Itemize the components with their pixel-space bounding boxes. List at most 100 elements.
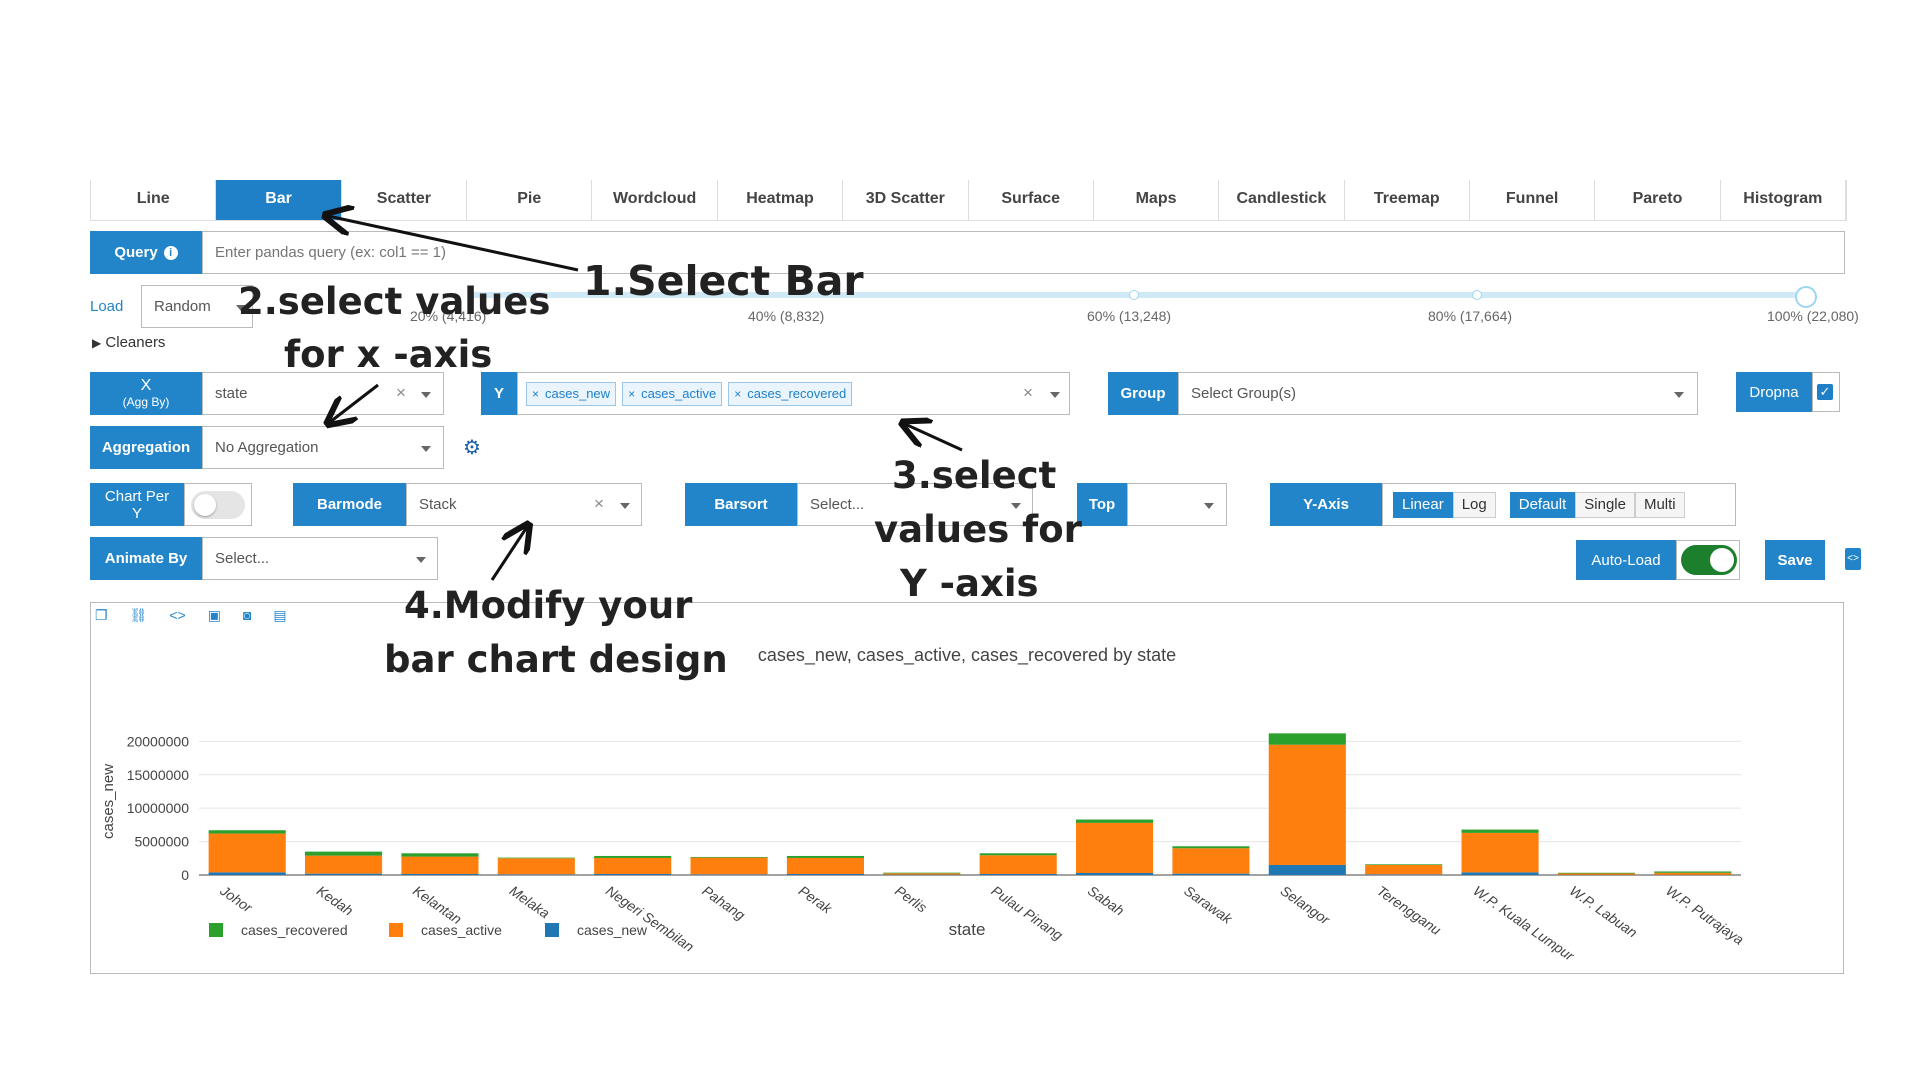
remove-icon[interactable]: × — [734, 387, 741, 401]
bar-cases_active — [1557, 873, 1635, 875]
gear-icon[interactable]: ⚙ — [463, 435, 481, 460]
slider-tick — [1472, 290, 1482, 300]
tab-surface[interactable]: Surface — [969, 180, 1094, 220]
barmode-select[interactable]: Stack × — [406, 483, 642, 526]
tab-candlestick[interactable]: Candlestick — [1219, 180, 1345, 220]
bar-cases_recovered — [1461, 829, 1539, 833]
bar-cases_active — [690, 857, 768, 875]
slider-tick-label: 100% (22,080) — [1767, 308, 1859, 324]
chart-panel: ❐ ⛓ <> ▣ ◙ ▤ cases_new, cases_active, ca… — [90, 602, 1844, 974]
y-chip[interactable]: × cases_active — [622, 381, 723, 406]
bar-cases_new — [1365, 874, 1443, 875]
bar-cases_active — [1076, 822, 1154, 873]
multi-button[interactable]: Multi — [1634, 491, 1685, 518]
x-tick-label: W.P. Putrajaya — [1663, 882, 1747, 947]
linear-button[interactable]: Linear — [1393, 491, 1453, 518]
tab-treemap[interactable]: Treemap — [1345, 180, 1470, 220]
code-export-icon[interactable]: <> — [1845, 548, 1861, 570]
remove-icon[interactable]: × — [532, 387, 539, 401]
bar-cases_recovered — [401, 853, 479, 857]
save-button[interactable]: Save — [1765, 540, 1825, 580]
y-axis-label: Y — [481, 372, 517, 415]
annotation-modify-line1: 4.Modify your — [404, 584, 693, 627]
bar-cases_recovered — [1557, 872, 1635, 874]
tab-line[interactable]: Line — [91, 180, 217, 220]
slider-handle[interactable] — [1795, 286, 1817, 308]
tab-wordcloud[interactable]: Wordcloud — [592, 180, 718, 220]
bar-cases_new — [1268, 864, 1346, 875]
clear-icon[interactable]: × — [594, 494, 604, 514]
arrow-to-y-select — [905, 424, 963, 452]
bar-cases_recovered — [1172, 846, 1250, 849]
x-tick-label: Negeri Sembilan — [603, 882, 697, 955]
dropna-checkbox[interactable]: ✓ — [1817, 384, 1833, 400]
tab-scatter[interactable]: Scatter — [342, 180, 468, 220]
caret-right-icon: ▶ — [92, 336, 102, 350]
remove-icon[interactable]: × — [628, 387, 635, 401]
y-chip[interactable]: × cases_new — [526, 381, 617, 406]
bar-cases_active — [401, 856, 479, 874]
top-label: Top — [1077, 483, 1127, 526]
chevron-down-icon — [416, 557, 426, 563]
animate-by-label: Animate By — [90, 537, 202, 580]
bar-cases_recovered — [305, 851, 383, 856]
y-chip[interactable]: × cases_recovered — [728, 381, 853, 406]
bar-cases_recovered — [208, 830, 286, 834]
query-input[interactable] — [202, 231, 1845, 274]
x-tick-label: Pahang — [699, 882, 748, 923]
legend-swatch — [209, 923, 223, 937]
group-select[interactable]: Select Group(s) — [1178, 372, 1698, 415]
chevron-down-icon — [1050, 392, 1060, 398]
auto-load-label: Auto-Load — [1576, 540, 1676, 580]
y-tick-label: 20000000 — [127, 733, 190, 749]
chevron-down-icon — [1204, 503, 1214, 509]
x-tick-label: Pulau Pinang — [988, 882, 1066, 943]
tab-pie[interactable]: Pie — [467, 180, 593, 220]
x-tick-label: W.P. Labuan — [1567, 882, 1641, 940]
bar-cases_active — [1172, 848, 1250, 874]
x-tick-label: Perak — [796, 882, 836, 917]
x-tick-label: W.P. Kuala Lumpur — [1470, 882, 1578, 964]
annotation-select-bar: 1.Select Bar — [583, 257, 864, 305]
query-label: Query i — [90, 231, 202, 274]
bar-cases_recovered — [1268, 733, 1346, 745]
chart-per-y-toggle-wrap — [184, 483, 252, 526]
auto-load-toggle[interactable] — [1681, 545, 1737, 575]
bar-chart: cases_new, cases_active, cases_recovered… — [100, 645, 1747, 965]
bar-cases_active — [883, 873, 961, 875]
bar-cases_new — [401, 873, 479, 875]
tab-heatmap[interactable]: Heatmap — [718, 180, 844, 220]
x-axis-select[interactable]: state × — [202, 372, 444, 415]
top-select[interactable] — [1127, 483, 1227, 526]
tab-pareto[interactable]: Pareto — [1595, 180, 1721, 220]
tab-funnel[interactable]: Funnel — [1470, 180, 1596, 220]
animate-by-select[interactable]: Select... — [202, 537, 438, 580]
default-button[interactable]: Default — [1509, 491, 1576, 518]
chart-per-y-toggle[interactable] — [191, 490, 245, 519]
x-tick-label: Perlis — [892, 882, 930, 915]
annotation-y-axis-line2: values for — [874, 508, 1082, 551]
log-button[interactable]: Log — [1452, 491, 1496, 518]
bar-cases_active — [305, 855, 383, 874]
aggregation-select[interactable]: No Aggregation — [202, 426, 444, 469]
legend-swatch — [389, 923, 403, 937]
bar-cases_recovered — [1654, 871, 1732, 873]
aggregation-label: Aggregation — [90, 426, 202, 469]
y-axis-select[interactable]: × cases_new × cases_active × cases_recovere… — [517, 372, 1070, 415]
bar-cases_new — [594, 873, 672, 875]
load-select[interactable]: Random — [141, 285, 253, 328]
x-axis-title: state — [949, 920, 986, 939]
x-tick-label: Kedah — [314, 882, 357, 918]
chevron-down-icon — [620, 503, 630, 509]
bar-cases_new — [786, 873, 864, 875]
cleaners-toggle[interactable]: ▶ Cleaners — [92, 334, 165, 351]
tab-bar[interactable]: Bar — [216, 180, 342, 220]
clear-icon[interactable]: × — [1023, 383, 1033, 403]
tab-histogram[interactable]: Histogram — [1721, 180, 1847, 220]
clear-icon[interactable]: × — [396, 383, 406, 403]
tab-3d-scatter[interactable]: 3D Scatter — [843, 180, 969, 220]
info-icon[interactable]: i — [163, 245, 178, 260]
y-tick-label: 10000000 — [127, 800, 190, 816]
tab-maps[interactable]: Maps — [1094, 180, 1220, 220]
single-button[interactable]: Single — [1575, 491, 1635, 518]
